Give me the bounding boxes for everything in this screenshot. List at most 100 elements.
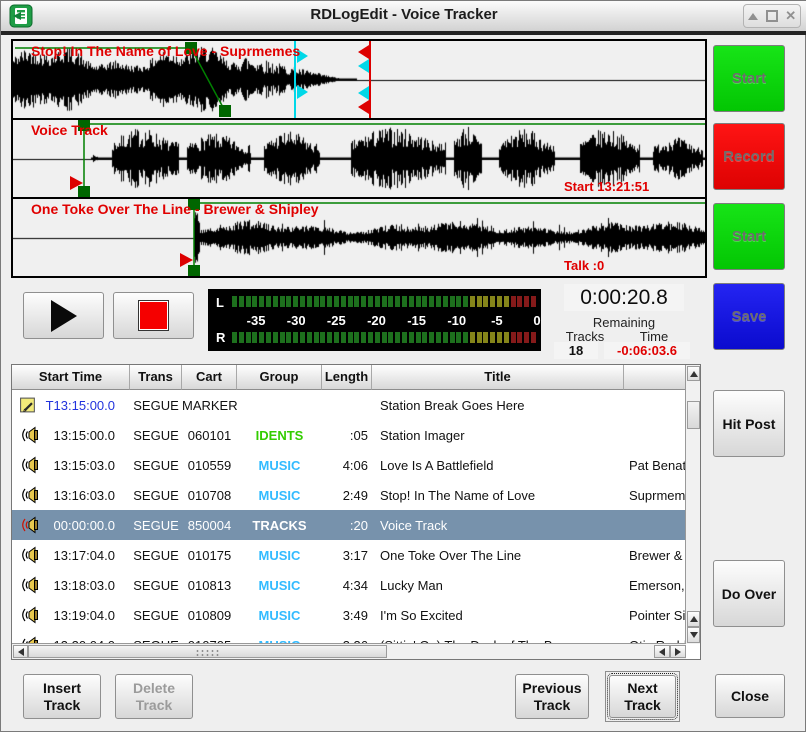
scroll-right-icon[interactable]	[670, 645, 686, 658]
end-marker-icon[interactable]	[358, 45, 369, 59]
log-row[interactable]: 13:18:03.0SEGUE010813MUSIC4:34Lucky ManE…	[12, 570, 685, 600]
log-event-list: Start Time Trans Cart Group Length Title…	[11, 364, 701, 660]
meter-scale-label: -35	[247, 313, 266, 328]
meter-segment	[300, 332, 305, 343]
meter-segment	[348, 332, 353, 343]
waveform-track-previous: Stop! In The Name of Love - Suprmemes	[13, 41, 705, 118]
stop-button[interactable]	[113, 292, 194, 339]
meter-segment	[307, 332, 312, 343]
meter-segment	[259, 332, 264, 343]
cell-cart: 010559	[182, 458, 237, 473]
log-row[interactable]: 13:15:03.0SEGUE010559MUSIC4:06Love Is A …	[12, 450, 685, 480]
previous-track-button[interactable]: Previous Track	[515, 674, 589, 719]
log-row[interactable]: 13:15:00.0SEGUE060101IDENTS:05Station Im…	[12, 420, 685, 450]
log-row[interactable]: 13:17:04.0SEGUE010175MUSIC3:17One Toke O…	[12, 540, 685, 570]
meter-segment	[402, 332, 407, 343]
meter-segment	[511, 296, 516, 307]
next-track-button[interactable]: Next Track	[609, 675, 676, 718]
shade-window-icon[interactable]	[746, 9, 760, 23]
meter-segment	[483, 332, 488, 343]
hit-post-button[interactable]: Hit Post	[713, 390, 785, 457]
delete-track-button: Delete Track	[115, 674, 193, 719]
meter-segment	[314, 332, 319, 343]
meter-scale-label: -15	[407, 313, 426, 328]
meter-segment	[280, 332, 285, 343]
scroll-up-icon[interactable]	[687, 611, 700, 627]
horizontal-scroll-thumb[interactable]	[28, 645, 387, 658]
vertical-scrollbar[interactable]	[685, 365, 700, 644]
save-button[interactable]: Save	[713, 283, 785, 350]
end-rule[interactable]	[369, 41, 371, 118]
close-window-icon[interactable]: ✕	[784, 9, 798, 23]
play-button[interactable]	[23, 292, 104, 339]
cell-title: Station Imager	[372, 428, 624, 443]
cell-group: MUSIC	[237, 608, 322, 623]
cell-start-time: 13:16:03.0	[39, 488, 130, 503]
meter-segment	[327, 332, 332, 343]
meter-segment	[436, 332, 441, 343]
segue-end-marker-icon[interactable]	[358, 86, 369, 100]
log-row[interactable]: 00:00:00.0SEGUE850004TRACKS:20Voice Trac…	[12, 510, 685, 540]
header-start-time[interactable]: Start Time	[12, 365, 130, 390]
header-group[interactable]: Group	[237, 365, 322, 390]
cell-cart: MARKER	[182, 398, 237, 413]
log-row[interactable]: T13:15:00.0SEGUEMARKERStation Break Goes…	[12, 390, 685, 420]
log-row[interactable]: 13:16:03.0SEGUE010708MUSIC2:49Stop! In T…	[12, 480, 685, 510]
end-marker-icon[interactable]	[358, 100, 369, 114]
cell-start-time: 00:00:00.0	[39, 518, 130, 533]
speaker-icon	[19, 546, 39, 564]
playhead-marker-icon[interactable]	[180, 253, 193, 267]
meter-segment	[266, 332, 271, 343]
speaker-icon	[19, 516, 39, 534]
log-rows: T13:15:00.0SEGUEMARKERStation Break Goes…	[12, 390, 685, 643]
meter-segment	[490, 296, 495, 307]
meter-segment	[375, 332, 380, 343]
header-trans[interactable]: Trans	[130, 365, 182, 390]
header-length[interactable]: Length	[322, 365, 372, 390]
meter-segment	[531, 332, 536, 343]
maximize-window-icon[interactable]	[765, 9, 779, 23]
meter-segment	[531, 296, 536, 307]
cell-length: 4:34	[322, 578, 372, 593]
cell-length: 2:49	[322, 488, 372, 503]
meter-segment	[232, 332, 237, 343]
start-button-2[interactable]: Start	[713, 203, 785, 270]
segue-marker-icon[interactable]	[297, 85, 308, 99]
start-handle[interactable]	[78, 186, 90, 197]
scroll-left-icon[interactable]	[13, 645, 28, 658]
meter-segment	[497, 296, 502, 307]
cell-group: TRACKS	[237, 518, 322, 533]
next-track-focus-ring: Next Track	[605, 671, 680, 722]
scroll-left-icon[interactable]	[654, 645, 670, 658]
cell-artist: Brewer & S	[624, 548, 685, 563]
insert-track-button[interactable]: Insert Track	[23, 674, 101, 719]
meter-segment	[341, 332, 346, 343]
waveform-display: Stop! In The Name of Love - Suprmemes Vo…	[11, 39, 707, 278]
horizontal-scrollbar[interactable]	[12, 643, 686, 659]
cell-title: Lucky Man	[372, 578, 624, 593]
vertical-scroll-thumb[interactable]	[687, 401, 700, 429]
start-handle[interactable]	[188, 265, 200, 276]
cell-cart: 010813	[182, 578, 237, 593]
meter-segment	[456, 296, 461, 307]
meter-segment	[422, 296, 427, 307]
cell-length: :05	[322, 428, 372, 443]
log-row[interactable]: 13:20:04.0SEGUE010705MUSIC3:36(Sittin' O…	[12, 630, 685, 643]
start-button-1[interactable]: Start	[713, 45, 785, 112]
scroll-down-icon[interactable]	[687, 627, 700, 643]
meter-left-segments	[232, 296, 538, 307]
tracks-remaining-value: 18	[554, 342, 598, 359]
scroll-up-icon[interactable]	[687, 366, 700, 381]
record-button[interactable]: Record	[713, 123, 785, 190]
segue-end-marker-icon[interactable]	[358, 59, 369, 73]
meter-scale-label: -10	[447, 313, 466, 328]
cell-trans: SEGUE	[130, 608, 182, 623]
cell-trans: SEGUE	[130, 518, 182, 533]
fade-handle[interactable]	[219, 105, 231, 117]
header-cart[interactable]: Cart	[182, 365, 237, 390]
do-over-button[interactable]: Do Over	[713, 560, 785, 627]
log-row[interactable]: 13:19:04.0SEGUE010809MUSIC3:49I'm So Exc…	[12, 600, 685, 630]
close-button[interactable]: Close	[715, 674, 785, 718]
meter-segment	[483, 296, 488, 307]
header-title[interactable]: Title	[372, 365, 624, 390]
